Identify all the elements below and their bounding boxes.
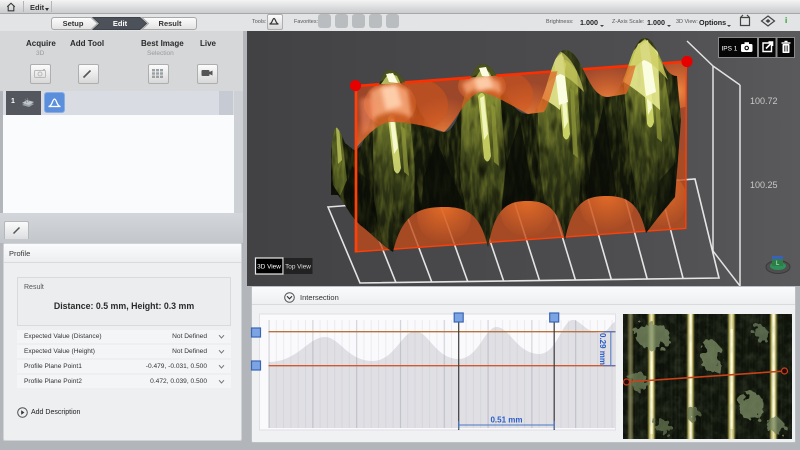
svg-text:Setup: Setup bbox=[63, 19, 84, 28]
svg-text:3D View: 3D View bbox=[257, 264, 281, 271]
svg-text:100.25: 100.25 bbox=[750, 180, 778, 190]
svg-text:0.29 mm: 0.29 mm bbox=[598, 333, 607, 365]
svg-text:Top View: Top View bbox=[285, 264, 311, 271]
svg-text:Result: Result bbox=[159, 19, 182, 28]
svg-text:100.72: 100.72 bbox=[750, 96, 778, 106]
svg-text:IPS 1: IPS 1 bbox=[722, 46, 738, 53]
svg-text:Edit: Edit bbox=[113, 19, 128, 28]
svg-text:0.51 mm: 0.51 mm bbox=[490, 416, 522, 425]
